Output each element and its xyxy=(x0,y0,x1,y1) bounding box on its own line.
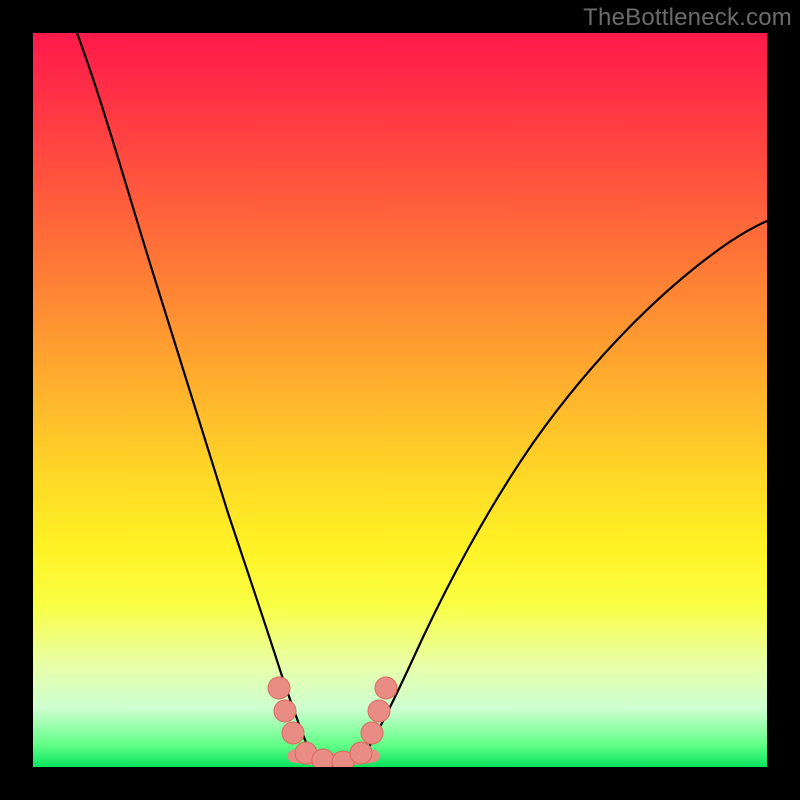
plot-area xyxy=(33,33,767,767)
chart-frame: TheBottleneck.com xyxy=(0,0,800,800)
chart-curves xyxy=(33,33,767,767)
series-right-curve xyxy=(363,221,767,757)
series-left-curve xyxy=(77,33,312,757)
watermark-text: TheBottleneck.com xyxy=(583,4,792,32)
